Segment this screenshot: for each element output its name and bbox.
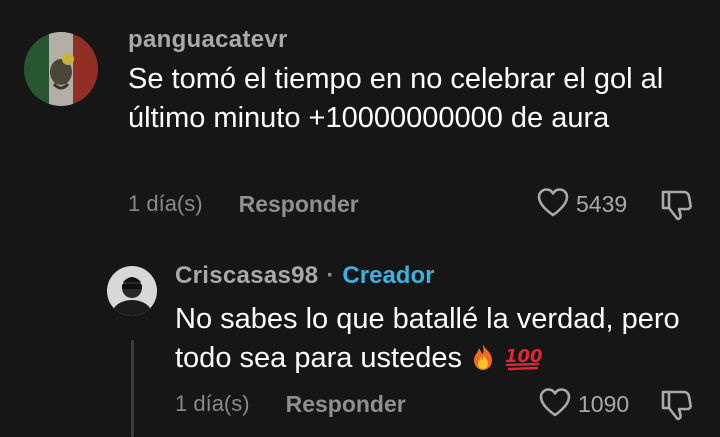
fire-emoji: [470, 343, 496, 382]
thumbs-down-icon: [658, 390, 694, 426]
like-button[interactable]: 5439: [536, 186, 627, 222]
separator-dot: ·: [326, 262, 335, 289]
reply-button[interactable]: Responder: [239, 191, 359, 218]
like-count: 1090: [578, 390, 630, 417]
reply-button[interactable]: Responder: [286, 391, 406, 418]
comment-timestamp: 1 día(s): [128, 191, 203, 216]
creator-header: Criscasas98 · Creador: [175, 262, 434, 290]
comment-meta: 1 día(s) Responder: [128, 188, 359, 220]
heart-outline-icon: [536, 187, 570, 222]
heart-outline-icon: [538, 387, 572, 422]
like-button[interactable]: 1090: [538, 386, 629, 422]
comment-text: Se tomó el tiempo en no celebrar el gol …: [128, 63, 664, 134]
commenter-username[interactable]: panguacatevr: [128, 26, 288, 54]
creator-avatar[interactable]: [107, 266, 157, 316]
hundred-points-emoji: 100: [504, 343, 544, 382]
thumbs-down-icon: [658, 190, 694, 226]
dislike-button[interactable]: [658, 388, 694, 427]
reply-timestamp: 1 día(s): [175, 391, 250, 416]
dislike-button[interactable]: [658, 188, 694, 227]
like-count: 5439: [576, 190, 628, 217]
thread-line: [131, 340, 134, 437]
creator-username[interactable]: Criscasas98: [175, 262, 318, 290]
reply-meta: 1 día(s) Responder: [175, 388, 406, 420]
reply-text: No sabes lo que batallé la verdad, pero …: [175, 303, 680, 374]
commenter-avatar[interactable]: [24, 32, 98, 106]
creator-badge: Creador: [342, 262, 435, 289]
comment-thread: panguacatevr Se tomó el tiempo en no cel…: [0, 0, 720, 437]
reply-text-block: No sabes lo que batallé la verdad, pero …: [175, 300, 695, 382]
